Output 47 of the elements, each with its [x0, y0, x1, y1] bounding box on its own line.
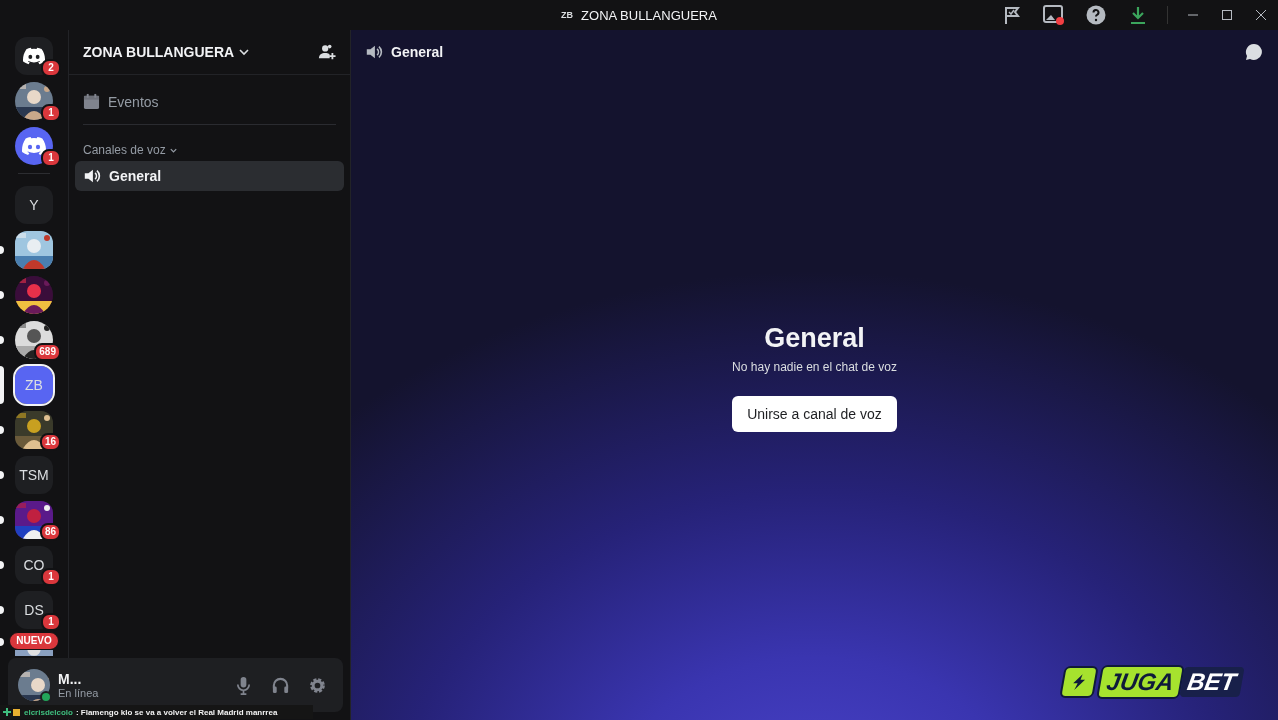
chat-badges-icon — [3, 707, 21, 717]
headphones-icon[interactable] — [271, 675, 290, 695]
notification-badge: 1 — [41, 104, 61, 122]
sponsor-logo-text: JUGA — [1096, 665, 1185, 699]
notification-badge: 2 — [41, 59, 61, 77]
username: M... — [58, 671, 83, 687]
server-initials-label: ZB — [561, 10, 574, 20]
settings-icon[interactable] — [308, 675, 327, 695]
speaker-icon — [365, 43, 383, 61]
speaker-icon — [83, 167, 101, 185]
category-header[interactable]: Canales de voz — [83, 143, 178, 157]
server-initials: Y — [29, 196, 39, 213]
notification-badge: 1 — [41, 149, 61, 167]
sponsor-logo-text: BET — [1179, 667, 1245, 697]
server-initials: TSM — [19, 466, 49, 483]
user-status: En línea — [58, 687, 99, 699]
empty-voice-message: No hay nadie en el chat de voz — [732, 359, 897, 374]
server-icon[interactable] — [15, 230, 53, 269]
download-icon[interactable] — [1128, 5, 1148, 25]
chat-username: elcrisdelcolo — [24, 707, 73, 717]
invite-people-icon[interactable] — [318, 43, 336, 61]
microphone-icon[interactable] — [234, 675, 253, 695]
new-badge: NUEVO — [9, 632, 59, 650]
join-voice-button[interactable]: Unirse a canal de voz — [732, 395, 897, 432]
window-title: ZONA BULLANGUERA — [581, 7, 717, 23]
chat-message: : Flamengo klo se va a volver el Real Madrid manrrea — [75, 707, 278, 717]
server-icon[interactable] — [15, 275, 53, 314]
server-icon[interactable] — [15, 36, 53, 75]
server-name[interactable]: ZONA BULLANGUERA — [83, 44, 235, 60]
chevron-down-icon[interactable] — [238, 46, 251, 58]
channel-name: General — [391, 44, 444, 60]
server-icon[interactable]: Y — [15, 185, 53, 224]
server-icon[interactable] — [15, 126, 53, 165]
help-icon[interactable] — [1086, 5, 1106, 25]
calendar-icon — [83, 93, 100, 110]
server-initials: ZB — [25, 376, 43, 393]
notification-badge: 689 — [34, 343, 61, 361]
online-status-icon — [40, 691, 52, 703]
server-icon[interactable] — [15, 81, 53, 120]
screen-share-icon[interactable] — [1043, 4, 1065, 26]
server-icon[interactable]: TSM — [15, 455, 53, 494]
flag-icon[interactable] — [1002, 5, 1022, 25]
events-item[interactable]: Eventos — [75, 87, 344, 116]
chat-bubble-icon[interactable] — [1244, 42, 1264, 62]
voice-channel-title: General — [764, 322, 865, 354]
server-initials: DS — [24, 601, 44, 618]
voice-channel-item[interactable]: General — [75, 161, 344, 191]
